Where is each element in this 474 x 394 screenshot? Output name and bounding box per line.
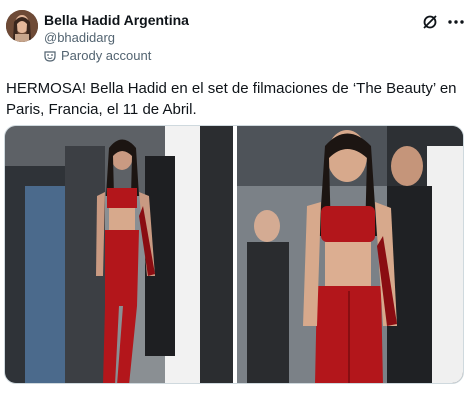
display-name[interactable]: Bella Hadid Argentina (44, 12, 189, 28)
user-handle[interactable]: @bhadidarg (44, 30, 115, 45)
media-grid (4, 125, 464, 384)
tweet-card: Bella Hadid Argentina @bhadidarg Parody … (0, 0, 474, 394)
parody-mask-icon (44, 50, 56, 62)
avatar[interactable] (6, 10, 38, 42)
more-options-icon[interactable] (447, 13, 465, 31)
grok-icon[interactable] (421, 13, 439, 31)
parody-label: Parody account (61, 48, 152, 63)
parody-badge: Parody account (44, 48, 151, 63)
tweet-text: HERMOSA! Bella Hadid en el set de filmac… (6, 80, 457, 118)
media-photo-left[interactable] (5, 126, 233, 383)
media-photo-right[interactable] (237, 126, 463, 383)
